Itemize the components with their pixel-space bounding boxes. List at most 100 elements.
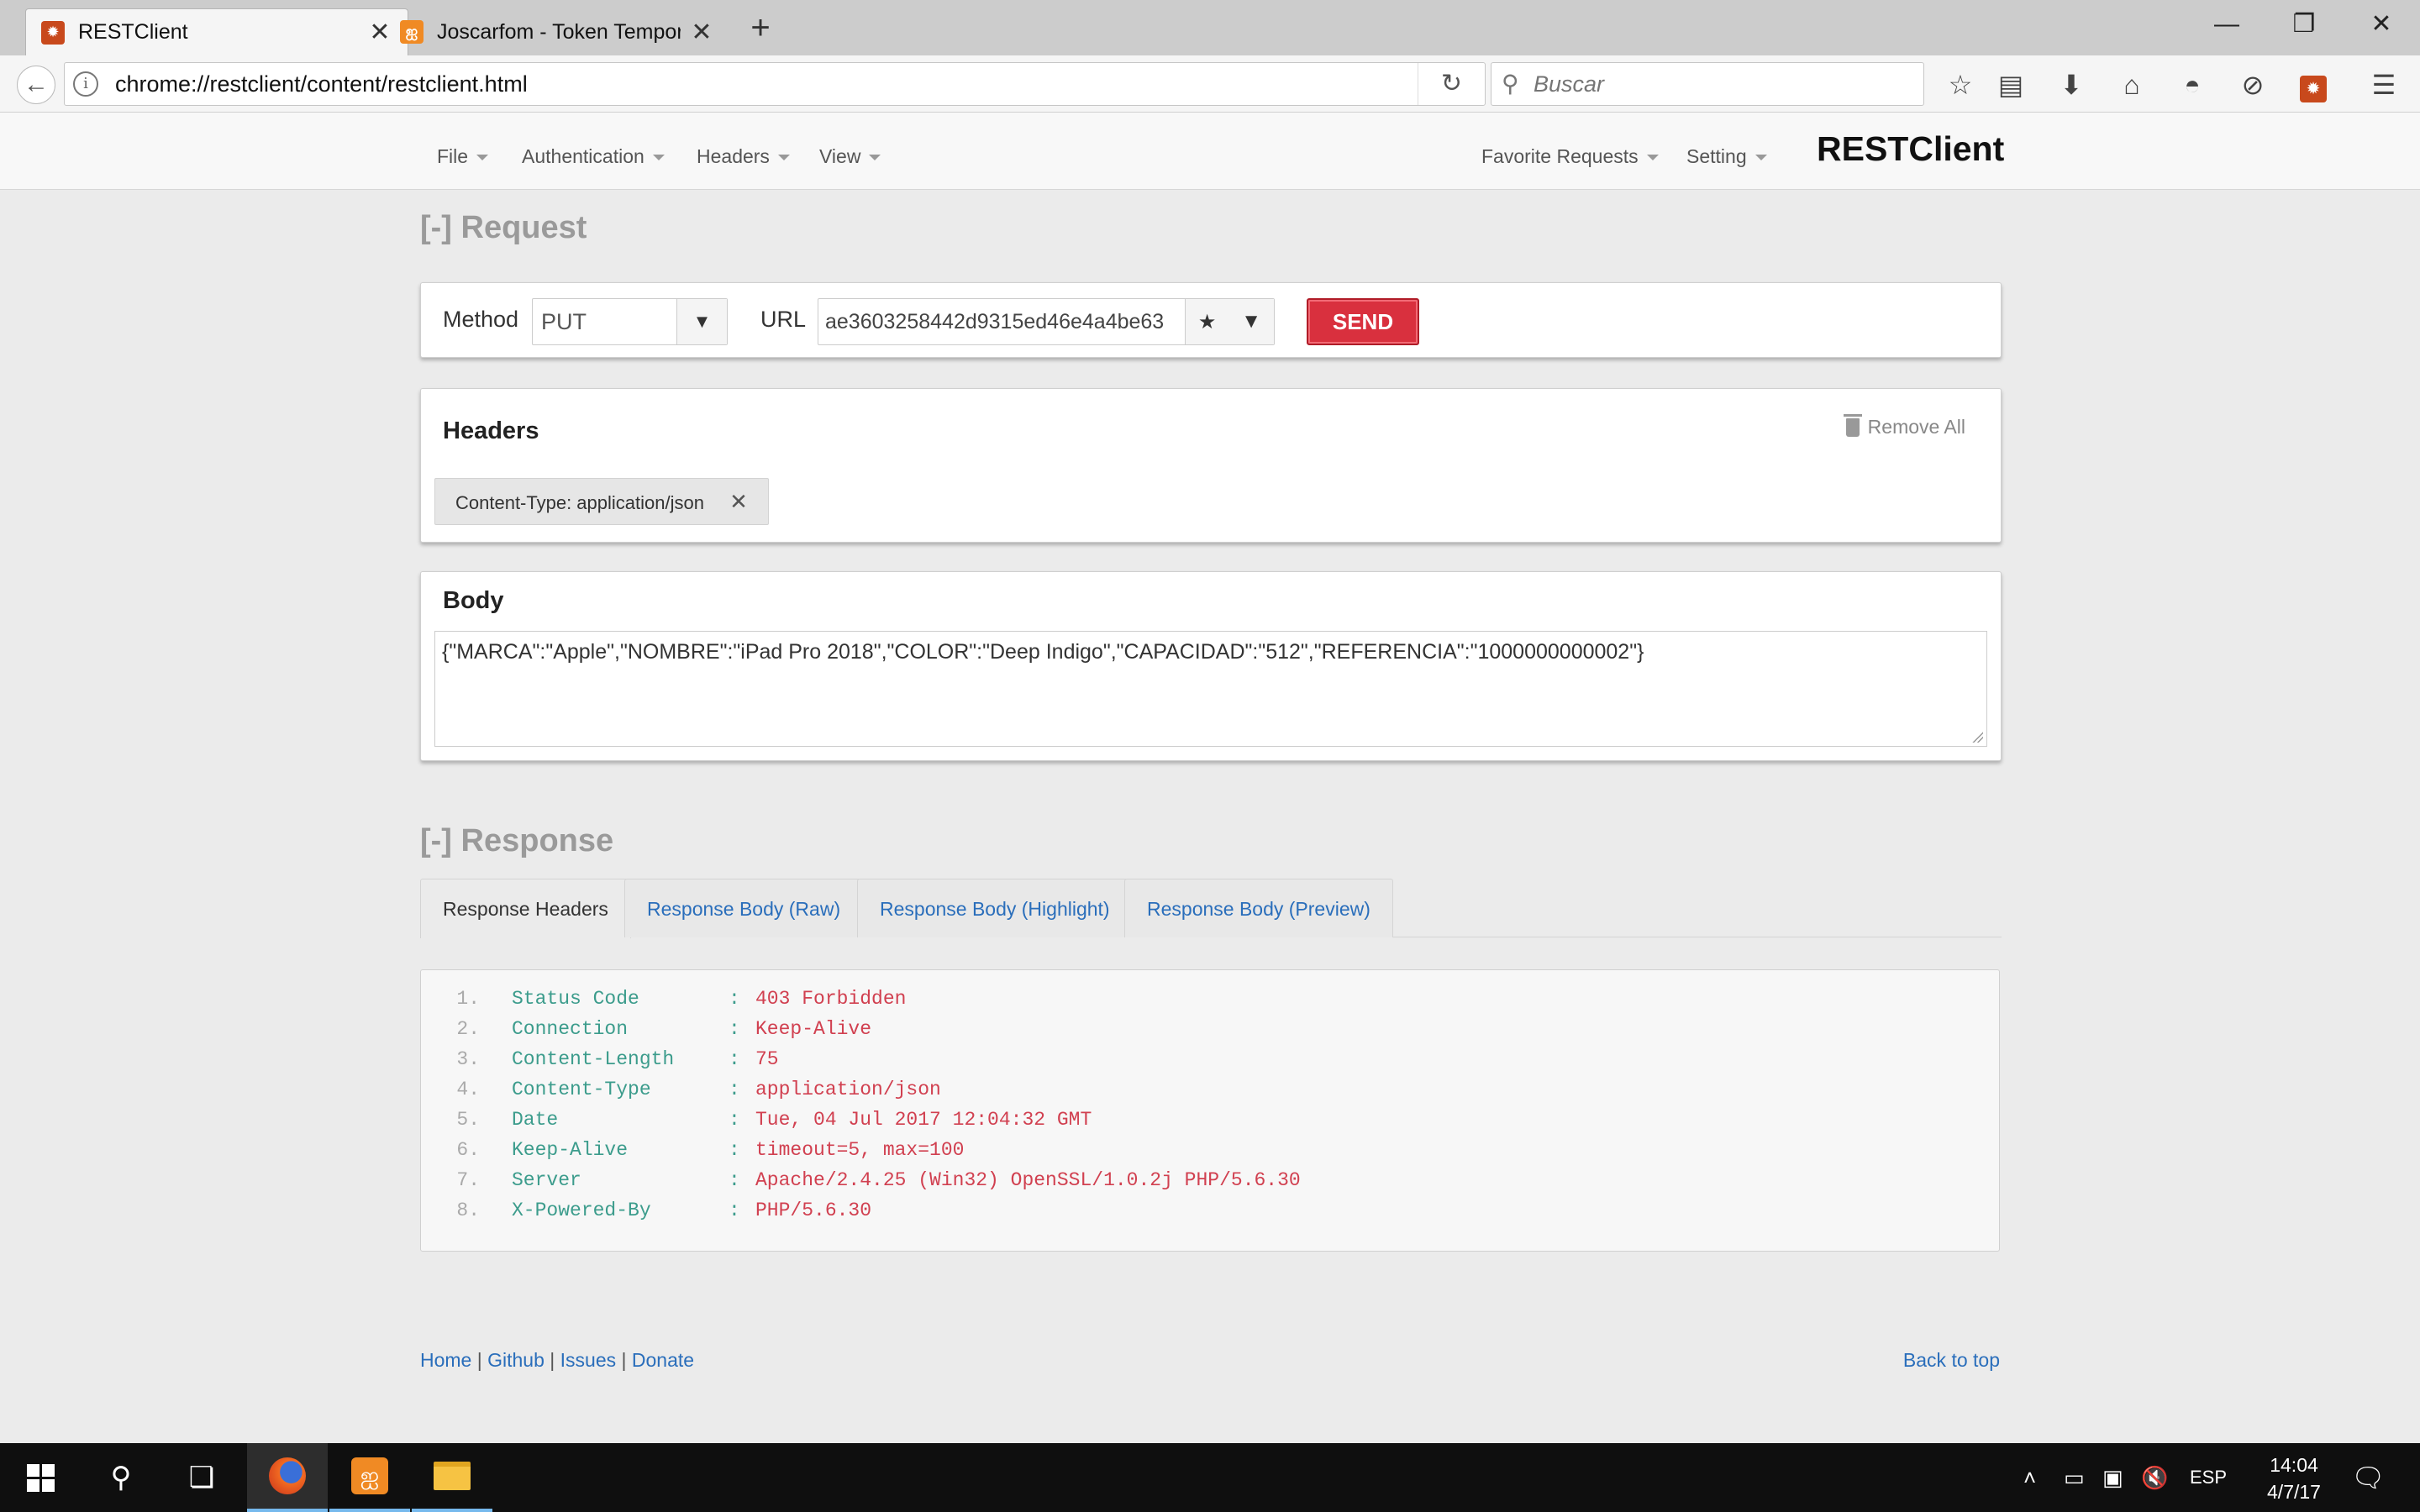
reload-icon[interactable]: ↻ [1418, 63, 1485, 105]
header-key: Content-Type [512, 1079, 651, 1100]
menu-file[interactable]: File [437, 113, 489, 190]
method-input[interactable] [533, 299, 677, 344]
header-value: Apache/2.4.25 (Win32) OpenSSL/1.0.2j PHP… [755, 1169, 1301, 1191]
chevron-down-icon[interactable]: ▼ [676, 299, 727, 344]
menu-label: Setting [1686, 145, 1747, 167]
volume-muted-icon[interactable]: 🔇 [2141, 1443, 2168, 1512]
language-indicator[interactable]: ESP [2190, 1443, 2227, 1512]
browser-search-box[interactable]: ⚲ [1491, 62, 1924, 106]
star-icon[interactable]: ★ [1198, 310, 1217, 334]
footer-separator: | [621, 1349, 627, 1371]
method-selector[interactable]: ▼ [532, 298, 728, 345]
reader-list-icon[interactable]: ▤ [1991, 66, 2030, 104]
menu-view[interactable]: View [819, 113, 881, 190]
tab-response-body-raw[interactable]: Response Body (Raw) [624, 879, 864, 937]
back-to-top-link[interactable]: Back to top [1903, 1349, 2000, 1372]
browser-search-input[interactable] [1534, 70, 1912, 98]
body-editor[interactable]: {"MARCA":"Apple","NOMBRE":"iPad Pro 2018… [434, 631, 1987, 747]
windows-start-icon[interactable] [0, 1443, 81, 1512]
task-view-icon[interactable]: ❏ [161, 1443, 242, 1512]
clock-date: 4/7/17 [2267, 1481, 2321, 1503]
close-window-icon[interactable]: ✕ [2343, 0, 2420, 49]
chevron-up-icon[interactable]: ˄ [2023, 1443, 2036, 1512]
restore-icon[interactable]: ❐ [2265, 0, 2343, 49]
menu-authentication[interactable]: Authentication [522, 113, 665, 190]
search-icon: ⚲ [1502, 71, 1519, 97]
search-icon[interactable]: ⚲ [81, 1443, 161, 1512]
tab-close-icon[interactable]: ✕ [689, 18, 714, 47]
remove-all-button[interactable]: Remove All [1843, 413, 1965, 438]
firefox-icon[interactable] [247, 1443, 328, 1512]
network-icon[interactable]: ▣ [2102, 1443, 2123, 1512]
address-bar[interactable]: i chrome://restclient/content/restclient… [64, 62, 1486, 106]
response-headers-list: 1. Status Code:403 Forbidden 2. Connection… [420, 969, 2000, 1252]
header-value: PHP/5.6.30 [755, 1200, 872, 1221]
send-button[interactable]: SEND [1307, 298, 1419, 345]
browser-tab-restclient[interactable]: ✹ RESTClient ✕ [25, 8, 408, 55]
header-value: 403 Forbidden [755, 988, 907, 1010]
header-value: Keep-Alive [755, 1018, 872, 1040]
header-key: Date [512, 1109, 559, 1131]
close-icon[interactable]: ✕ [729, 489, 748, 514]
footer-link-github[interactable]: Github [487, 1349, 544, 1371]
footer-link-issues[interactable]: Issues [560, 1349, 616, 1371]
clock-time: 14:04 [2270, 1454, 2318, 1476]
new-tab-plus-icon[interactable]: + [739, 7, 781, 49]
tab-response-body-preview[interactable]: Response Body (Preview) [1124, 879, 1393, 937]
header-separator: : [729, 1079, 740, 1100]
url-label: URL [760, 307, 807, 332]
header-key: Content-Length [512, 1048, 675, 1070]
caret-down-icon [476, 155, 489, 161]
header-key: Connection [512, 1018, 629, 1040]
address-text[interactable]: chrome://restclient/content/restclient.h… [115, 63, 528, 105]
url-input[interactable] [818, 299, 1185, 344]
header-key: X-Powered-By [512, 1200, 651, 1221]
resize-grip-icon[interactable] [1971, 731, 1983, 743]
url-field[interactable]: ★ ▼ [818, 298, 1275, 345]
file-explorer-icon[interactable] [412, 1443, 492, 1512]
line-number: 6. [456, 1139, 480, 1161]
url-actions: ★ ▼ [1185, 299, 1274, 344]
restclient-icon[interactable]: ✹ [2294, 66, 2333, 104]
request-section-title[interactable]: [-] Request [420, 210, 587, 246]
xampp-icon[interactable]: ஐ [329, 1443, 410, 1512]
tab-response-body-highlight[interactable]: Response Body (Highlight) [857, 879, 1133, 937]
line-number: 7. [456, 1169, 480, 1191]
menu-label: Favorite Requests [1481, 145, 1639, 167]
menu-headers[interactable]: Headers [697, 113, 790, 190]
menu-label: View [819, 145, 861, 167]
hamburger-icon[interactable]: ☰ [2365, 66, 2403, 104]
minimize-icon[interactable]: — [2188, 0, 2265, 49]
tab-response-headers[interactable]: Response Headers [420, 879, 631, 938]
footer-link-donate[interactable]: Donate [632, 1349, 694, 1371]
pocket-icon[interactable]: ◓ [2173, 66, 2212, 104]
line-number: 1. [456, 988, 480, 1010]
tab-title: Joscarfom - Token Temporal [437, 19, 681, 44]
response-section-title[interactable]: [-] Response [420, 823, 613, 859]
app-brand[interactable]: RESTClient [1817, 129, 2004, 169]
line-number: 5. [456, 1109, 480, 1131]
body-textarea[interactable]: {"MARCA":"Apple","NOMBRE":"iPad Pro 2018… [435, 632, 1986, 746]
menu-label: Authentication [522, 145, 644, 167]
sync-icon[interactable]: ⊘ [2233, 66, 2272, 104]
chevron-down-icon[interactable]: ▼ [1241, 310, 1261, 333]
header-chip[interactable]: Content-Type: application/json ✕ [434, 478, 769, 525]
download-icon[interactable]: ⬇ [2052, 66, 2091, 104]
restclient-favicon-icon: ✹ [41, 20, 65, 45]
footer-link-home[interactable]: Home [420, 1349, 471, 1371]
browser-tab-joscarfom[interactable]: ஐ Joscarfom - Token Temporal ✕ [385, 8, 729, 55]
header-separator: : [729, 1139, 740, 1161]
star-icon[interactable]: ☆ [1941, 66, 1980, 104]
response-tabs: Response Headers Response Body (Raw) Res… [420, 879, 2002, 938]
info-icon[interactable]: i [73, 71, 98, 97]
clock[interactable]: 14:04 4/7/17 [2245, 1452, 2343, 1505]
battery-icon[interactable]: ▭ [2064, 1443, 2085, 1512]
header-chip-label: Content-Type: application/json [455, 492, 704, 513]
header-separator: : [729, 1048, 740, 1070]
action-center-icon[interactable]: 🗨 [2351, 1443, 2386, 1512]
home-icon[interactable]: ⌂ [2112, 66, 2151, 104]
menu-favorite-requests[interactable]: Favorite Requests [1481, 113, 1659, 190]
menu-setting[interactable]: Setting [1686, 113, 1767, 190]
arrow-left-icon[interactable]: ← [17, 66, 55, 104]
menu-label: Headers [697, 145, 770, 167]
